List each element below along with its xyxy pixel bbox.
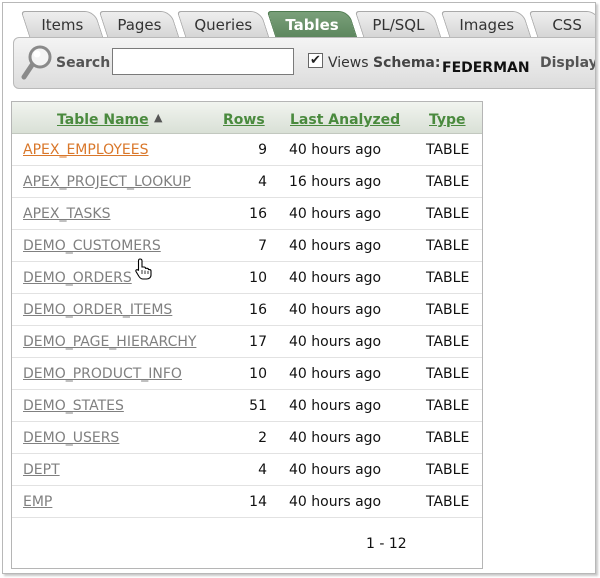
search-input[interactable]: [112, 48, 294, 75]
row-count: 16: [249, 302, 267, 318]
row-count: 4: [258, 174, 267, 190]
table-type: TABLE: [426, 142, 470, 158]
table-row: DEMO_USERS 2 40 hours ago TABLE: [12, 422, 482, 454]
last-analyzed: 40 hours ago: [289, 334, 382, 350]
tab-bar: Items Pages Queries Tables PL/SQL Images…: [3, 11, 595, 37]
table-row: DEMO_PAGE_HIERARCHY 17 40 hours ago TABL…: [12, 326, 482, 358]
column-header-type[interactable]: Type: [429, 112, 466, 128]
table-name-link[interactable]: DEMO_CUSTOMERS: [23, 238, 161, 254]
last-analyzed: 40 hours ago: [289, 270, 382, 286]
views-label: Views: [328, 55, 369, 71]
table-row: DEPT 4 40 hours ago TABLE: [12, 454, 482, 486]
table-name-link[interactable]: DEMO_PAGE_HIERARCHY: [23, 334, 196, 350]
column-header-table-name[interactable]: Table Name: [57, 112, 149, 128]
schema-label: Schema:: [373, 55, 441, 71]
table-type: TABLE: [426, 334, 470, 350]
last-analyzed: 40 hours ago: [289, 430, 382, 446]
table-name-link[interactable]: APEX_EMPLOYEES: [23, 142, 149, 158]
table-name-link[interactable]: DEMO_USERS: [23, 430, 119, 446]
table-type: TABLE: [426, 398, 470, 414]
table-type: TABLE: [426, 302, 470, 318]
tab-plsql[interactable]: PL/SQL: [354, 11, 442, 37]
table-row: DEMO_ORDERS 10 40 hours ago TABLE: [12, 262, 482, 294]
last-analyzed: 40 hours ago: [289, 206, 382, 222]
table-name-link[interactable]: DEMO_STATES: [23, 398, 124, 414]
table-name-link[interactable]: DEPT: [23, 462, 60, 478]
sort-ascending-icon: ▲: [154, 111, 163, 124]
last-analyzed: 40 hours ago: [289, 462, 382, 478]
row-count: 10: [249, 270, 267, 286]
table-row: APEX_EMPLOYEES 9 40 hours ago TABLE: [12, 134, 482, 166]
table-type: TABLE: [426, 494, 470, 510]
table-type: TABLE: [426, 174, 470, 190]
row-count: 4: [258, 462, 267, 478]
row-count: 16: [249, 206, 267, 222]
tab-label: Tables: [285, 16, 340, 34]
magnifier-icon: [21, 45, 52, 80]
tab-tables[interactable]: Tables: [266, 11, 358, 37]
tab-label: Pages: [117, 16, 162, 34]
pagination-range: 1 - 12: [366, 536, 407, 552]
row-count: 7: [258, 238, 267, 254]
table-row: APEX_TASKS 16 40 hours ago TABLE: [12, 198, 482, 230]
row-count: 9: [258, 142, 267, 158]
checkbox-checked-icon: ✔: [310, 53, 321, 68]
table-header: Table Name ▲ Rows Last Analyzed Type: [12, 102, 482, 134]
last-analyzed: 40 hours ago: [289, 398, 382, 414]
table-type: TABLE: [426, 462, 470, 478]
last-analyzed: 40 hours ago: [289, 302, 382, 318]
row-count: 17: [249, 334, 267, 350]
table-row: DEMO_STATES 51 40 hours ago TABLE: [12, 390, 482, 422]
schema-value[interactable]: FEDERMAN: [442, 60, 530, 76]
table-row: DEMO_ORDER_ITEMS 16 40 hours ago TABLE: [12, 294, 482, 326]
row-count: 2: [258, 430, 267, 446]
display-label: Display: [540, 55, 596, 71]
table-row: DEMO_CUSTOMERS 7 40 hours ago TABLE: [12, 230, 482, 262]
table-name-link[interactable]: APEX_TASKS: [23, 206, 110, 222]
column-header-last-analyzed[interactable]: Last Analyzed: [290, 112, 400, 128]
table-name-link[interactable]: APEX_PROJECT_LOOKUP: [23, 174, 191, 190]
table-name-link[interactable]: EMP: [23, 494, 52, 510]
last-analyzed: 40 hours ago: [289, 238, 382, 254]
tab-label: Items: [41, 16, 84, 34]
tab-label: PL/SQL: [372, 16, 425, 34]
tab-images[interactable]: Images: [440, 11, 532, 37]
tab-items[interactable]: Items: [20, 11, 104, 37]
table-type: TABLE: [426, 366, 470, 382]
tab-label: Queries: [194, 16, 253, 34]
table-row: EMP 14 40 hours ago TABLE: [12, 486, 482, 518]
tab-label: CSS: [552, 16, 583, 34]
table-type: TABLE: [426, 206, 470, 222]
table-name-link[interactable]: DEMO_PRODUCT_INFO: [23, 366, 182, 382]
row-count: 51: [249, 398, 267, 414]
tab-css[interactable]: CSS: [528, 11, 595, 37]
search-bar: Search ✔ Views Schema: FEDERMAN Display: [13, 37, 596, 89]
tab-pages[interactable]: Pages: [98, 11, 180, 37]
table-type: TABLE: [426, 430, 470, 446]
table-row: APEX_PROJECT_LOOKUP 4 16 hours ago TABLE: [12, 166, 482, 198]
table-type: TABLE: [426, 238, 470, 254]
tab-label: Images: [458, 16, 514, 34]
window-frame: Items Pages Queries Tables PL/SQL Images…: [2, 2, 596, 574]
table-row: DEMO_PRODUCT_INFO 10 40 hours ago TABLE: [12, 358, 482, 390]
table-type: TABLE: [426, 270, 470, 286]
tables-report: Table Name ▲ Rows Last Analyzed Type APE…: [11, 101, 483, 569]
last-analyzed: 16 hours ago: [289, 174, 382, 190]
last-analyzed: 40 hours ago: [289, 142, 382, 158]
search-label: Search: [56, 55, 111, 71]
column-header-rows[interactable]: Rows: [223, 112, 265, 128]
views-checkbox[interactable]: ✔: [308, 53, 323, 68]
table-name-link[interactable]: DEMO_ORDERS: [23, 270, 132, 286]
tab-queries[interactable]: Queries: [176, 11, 270, 37]
table-name-link[interactable]: DEMO_ORDER_ITEMS: [23, 302, 172, 318]
row-count: 10: [249, 366, 267, 382]
hand-pointer-icon: [135, 258, 152, 280]
row-count: 14: [249, 494, 267, 510]
last-analyzed: 40 hours ago: [289, 366, 382, 382]
last-analyzed: 40 hours ago: [289, 494, 382, 510]
